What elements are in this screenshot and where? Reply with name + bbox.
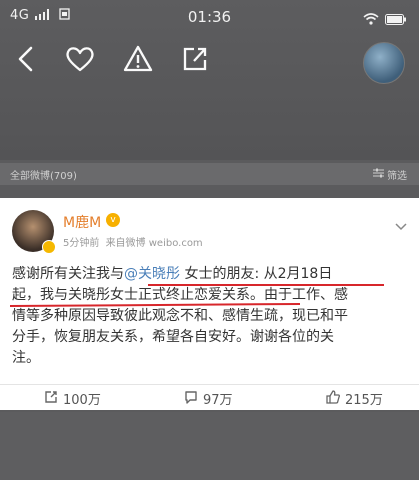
weibo-post-card: M鹿M v 5分钟前 来自微博 weibo.com 感谢所有关注我与@关晓彤 女… <box>0 198 419 410</box>
post-username[interactable]: M鹿M <box>63 212 101 232</box>
post-line-1: 感谢所有关注我与@关晓彤 女士的朋友: 从2月18日 <box>12 264 410 285</box>
post-text-after-mention: 女士的朋友: 从2月18日 <box>180 266 333 282</box>
chevron-down-icon[interactable] <box>395 216 407 235</box>
post-line-4: 分手，恢复朋友关系，希望各自安好。谢谢各位的关 <box>12 329 334 345</box>
bottom-area <box>0 412 419 480</box>
thumbs-up-icon <box>326 389 340 408</box>
status-icons <box>363 10 407 29</box>
post-text-before-mention: 感谢所有关注我与 <box>12 266 124 282</box>
post-line-3: 情等多种原因导致彼此观念不和、感情生疏，现已和平 <box>12 308 348 324</box>
filter-label: 筛选 <box>387 171 407 182</box>
post-source: 来自微博 weibo.com <box>105 238 203 249</box>
repost-icon <box>44 390 58 408</box>
post-time: 5分钟前 <box>63 238 100 249</box>
like-count: 215万 <box>345 393 383 408</box>
repost-count: 100万 <box>63 393 101 408</box>
verified-icon <box>42 240 56 254</box>
post-actions: 100万 97万 215万 <box>0 384 419 409</box>
comment-count: 97万 <box>203 393 233 408</box>
comment-button[interactable]: 97万 <box>184 389 233 408</box>
status-bar: 4G 01:36 <box>0 8 419 26</box>
post-line-5: 注。 <box>12 350 40 366</box>
wifi-icon <box>363 10 379 29</box>
battery-icon <box>385 10 407 29</box>
profile-avatar[interactable] <box>363 42 405 84</box>
vip-badge-icon: v <box>106 213 120 227</box>
top-header: 4G 01:36 <box>0 0 419 160</box>
filter-button[interactable]: 筛选 <box>373 167 407 182</box>
filter-icon <box>373 168 384 181</box>
all-posts-count: 全部微博(709) <box>10 171 77 182</box>
warning-icon[interactable] <box>122 42 154 80</box>
clock: 01:36 <box>187 8 232 26</box>
back-icon[interactable] <box>14 42 38 80</box>
mention-link[interactable]: @关晓彤 <box>124 266 180 282</box>
post-text: 感谢所有关注我与@关晓彤 女士的朋友: 从2月18日 起，我与关晓彤女士正式终止… <box>12 264 410 369</box>
post-meta: 5分钟前 来自微博 weibo.com <box>63 234 203 249</box>
repost-button[interactable]: 100万 <box>44 389 101 408</box>
navigation-bar <box>0 42 419 82</box>
heart-icon[interactable] <box>64 42 96 80</box>
share-icon[interactable] <box>180 42 210 80</box>
filter-bar: 全部微博(709) 筛选 <box>0 163 419 185</box>
comment-icon <box>184 390 198 408</box>
red-underline-1 <box>148 284 384 286</box>
like-button[interactable]: 215万 <box>326 389 383 408</box>
